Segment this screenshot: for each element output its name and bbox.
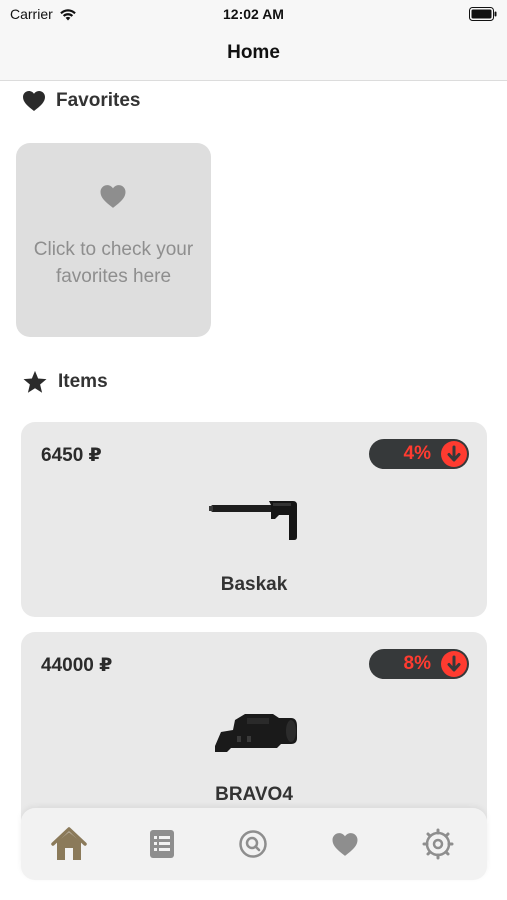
- tab-favorites[interactable]: [325, 824, 365, 864]
- tab-search[interactable]: [233, 824, 273, 864]
- discount-text: 8%: [403, 653, 431, 674]
- item-card-bravo4[interactable]: 44000 ₽ 8% BRAVO4: [21, 632, 487, 832]
- item-image-baskak: [209, 501, 297, 540]
- items-header: Items: [22, 370, 108, 394]
- item-price: 44000 ₽: [41, 655, 113, 676]
- star-icon: [23, 370, 47, 393]
- tab-settings[interactable]: [418, 824, 458, 864]
- page-title: Home: [227, 42, 280, 63]
- heart-icon: [23, 91, 45, 111]
- down-arrow-icon: [441, 651, 467, 677]
- item-name: BRAVO4: [215, 784, 293, 805]
- item-image-bravo4: [215, 714, 297, 752]
- favorites-heart-icon: [100, 185, 126, 208]
- tab-bar: [21, 808, 487, 880]
- battery-icon: [469, 7, 497, 21]
- item-card-baskak[interactable]: 6450 ₽ 4% Baskak: [21, 422, 487, 617]
- tab-list[interactable]: [142, 824, 182, 864]
- home-icon: [51, 827, 87, 860]
- navigation-bar: Home: [0, 30, 507, 81]
- favorites-card-text: Click to check your favorites here: [33, 239, 194, 287]
- list-icon: [150, 830, 174, 858]
- favorites-header: Favorites: [22, 90, 140, 112]
- settings-icon: [422, 828, 454, 860]
- status-time: 12:02 AM: [223, 6, 284, 22]
- favorites-label: Favorites: [56, 90, 141, 111]
- status-bar: Carrier 12:02 AM: [0, 0, 507, 30]
- item-name: Baskak: [220, 574, 288, 595]
- discount-badge: 4%: [369, 439, 469, 469]
- tab-home[interactable]: [49, 824, 89, 864]
- search-icon: [239, 830, 267, 858]
- items-label: Items: [58, 371, 108, 392]
- discount-text: 4%: [403, 443, 431, 464]
- item-price: 6450 ₽: [41, 445, 102, 466]
- heart-icon: [332, 832, 358, 856]
- down-arrow-icon: [441, 441, 467, 467]
- discount-badge: 8%: [369, 649, 469, 679]
